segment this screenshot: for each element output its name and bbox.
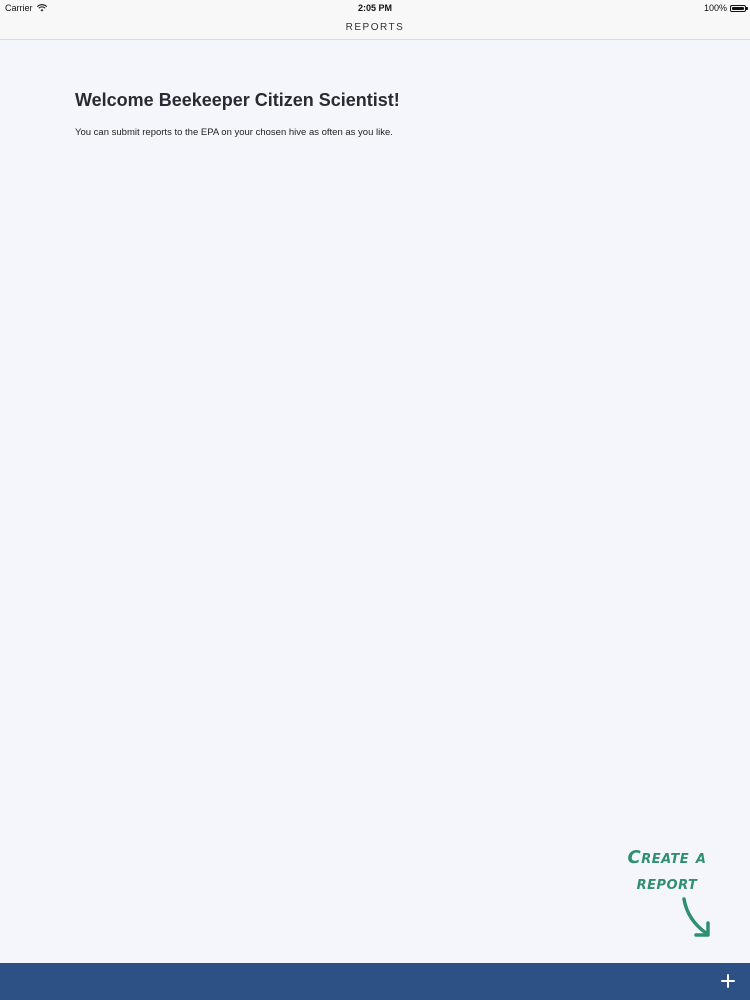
- hint-line-1: Create a: [627, 847, 707, 868]
- welcome-text: You can submit reports to the EPA on you…: [75, 127, 393, 138]
- welcome-heading: Welcome Beekeeper Citizen Scientist!: [75, 90, 400, 110]
- main-content: Welcome Beekeeper Citizen Scientist! You…: [75, 90, 675, 138]
- plus-icon: [721, 974, 735, 988]
- page-title: REPORTS: [345, 22, 405, 33]
- bottom-toolbar: [0, 963, 750, 1000]
- hint-line-2: report: [636, 873, 698, 894]
- add-report-button[interactable]: [720, 973, 736, 989]
- create-report-hint: Create a report: [612, 845, 722, 897]
- battery-fill: [732, 6, 744, 10]
- navigation-bar: REPORTS: [0, 16, 750, 40]
- status-right: 100%: [703, 0, 748, 16]
- status-time: 2:05 PM: [357, 3, 392, 13]
- battery-icon: [730, 4, 748, 12]
- battery-percent: 100%: [703, 3, 727, 13]
- arrow-down-icon: [682, 897, 710, 937]
- status-bar: Carrier 2:05 PM 100%: [0, 0, 750, 16]
